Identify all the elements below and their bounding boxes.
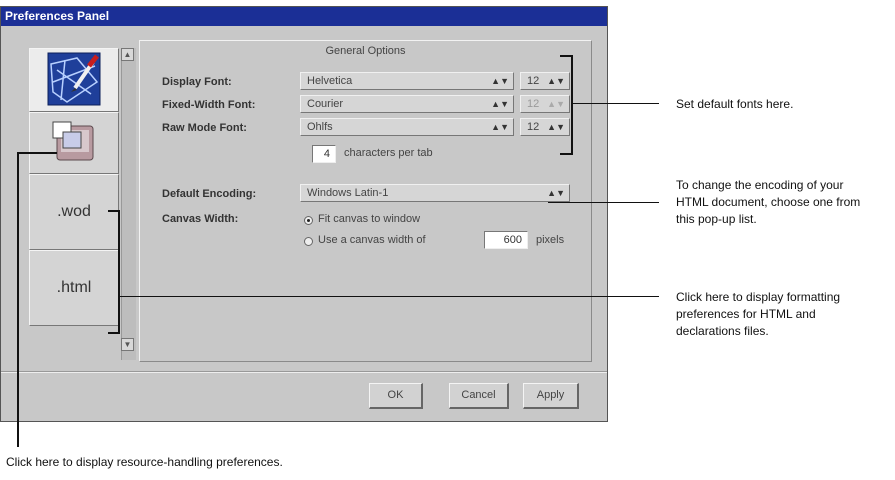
fixed-font-select[interactable]: Courier ▲▼: [300, 95, 514, 113]
display-size-value: 12: [527, 75, 540, 87]
html-bracket-bottom: [108, 332, 120, 334]
sidebar-item-label: .html: [56, 279, 92, 296]
encoding-label: Default Encoding:: [162, 188, 257, 200]
sidebar-item-resources[interactable]: [29, 112, 119, 174]
general-options-icon: [47, 52, 101, 109]
updown-icon: ▲▼: [491, 99, 509, 109]
general-options-panel: General Options Display Font: Helvetica …: [139, 40, 592, 362]
callout-html-3: declarations files.: [676, 324, 769, 338]
cancel-button[interactable]: Cancel: [449, 383, 509, 409]
apply-button[interactable]: Apply: [523, 383, 579, 409]
canvas-width-label: Canvas Width:: [162, 213, 239, 225]
encoding-value: Windows Latin-1: [307, 187, 389, 199]
fixed-font-value: Courier: [307, 98, 344, 110]
sidebar-item-html[interactable]: .html: [29, 250, 119, 326]
raw-font-value: Ohlfs: [307, 121, 333, 133]
raw-size-select[interactable]: 12 ▲▼: [520, 118, 570, 136]
tab-width-suffix: characters per tab: [344, 147, 433, 159]
display-font-label: Display Font:: [162, 76, 232, 88]
callout-encoding-1: To change the encoding of your: [676, 178, 844, 192]
tab-width-input[interactable]: 4: [312, 145, 336, 163]
resource-leader-top: [17, 152, 57, 154]
radio-canvas-width[interactable]: [304, 237, 313, 246]
updown-icon: ▲▼: [547, 122, 565, 132]
fonts-bracket-bottom: [560, 153, 572, 155]
callout-fonts: Set default fonts here.: [676, 97, 794, 111]
callout-html-1: Click here to display formatting: [676, 290, 841, 304]
raw-font-select[interactable]: Ohlfs ▲▼: [300, 118, 514, 136]
html-bracket-side: [118, 210, 120, 334]
category-sidebar: .wod .html ▲ ▼: [21, 40, 136, 362]
updown-icon: ▲▼: [491, 76, 509, 86]
raw-font-label: Raw Mode Font:: [162, 122, 247, 134]
fixed-size-value: 12: [527, 98, 540, 110]
callout-encoding-3: this pop-up list.: [676, 212, 757, 226]
sidebar-item-label: .wod: [57, 203, 91, 220]
updown-icon: ▲▼: [491, 122, 509, 132]
updown-icon: ▲▼: [547, 76, 565, 86]
canvas-width-option-label: Use a canvas width of: [318, 234, 426, 246]
encoding-leader-line: [548, 202, 659, 203]
sidebar-item-general[interactable]: [29, 48, 119, 112]
callout-resource: Click here to display resource-handling …: [6, 455, 283, 469]
ok-button[interactable]: OK: [369, 383, 423, 409]
canvas-width-input[interactable]: 600: [484, 231, 528, 249]
callout-html-2: preferences for HTML and: [676, 307, 816, 321]
display-font-value: Helvetica: [307, 75, 353, 87]
fixed-size-select[interactable]: 12 ▲▼: [520, 95, 570, 113]
resource-handling-icon: [51, 120, 97, 167]
display-font-select[interactable]: Helvetica ▲▼: [300, 72, 514, 90]
callout-encoding-2: HTML document, choose one from: [676, 195, 861, 209]
raw-size-value: 12: [527, 121, 540, 133]
sidebar-scrollbar[interactable]: [121, 48, 136, 360]
fixed-font-label: Fixed-Width Font:: [162, 99, 256, 111]
radio-fit-canvas[interactable]: [304, 216, 313, 225]
canvas-width-units: pixels: [536, 234, 565, 246]
updown-icon: ▲▼: [547, 188, 565, 198]
panel-title: General Options: [325, 45, 406, 57]
encoding-select[interactable]: Windows Latin-1 ▲▼: [300, 184, 570, 202]
footer-divider: [1, 371, 607, 373]
updown-icon: ▲▼: [547, 99, 565, 109]
sidebar-item-wod[interactable]: .wod: [29, 174, 119, 250]
fit-canvas-label: Fit canvas to window: [318, 213, 421, 225]
window-title: Preferences Panel: [1, 7, 607, 26]
preferences-window: Preferences Panel .wod .html ▲ ▼ General…: [0, 6, 608, 422]
fonts-bracket-side: [571, 55, 573, 155]
resource-leader-side: [17, 152, 19, 447]
display-size-select[interactable]: 12 ▲▼: [520, 72, 570, 90]
scroll-up-icon[interactable]: ▲: [121, 48, 134, 61]
html-leader-line: [120, 296, 659, 297]
scroll-down-icon[interactable]: ▼: [121, 338, 134, 351]
fonts-leader-line: [573, 103, 659, 104]
